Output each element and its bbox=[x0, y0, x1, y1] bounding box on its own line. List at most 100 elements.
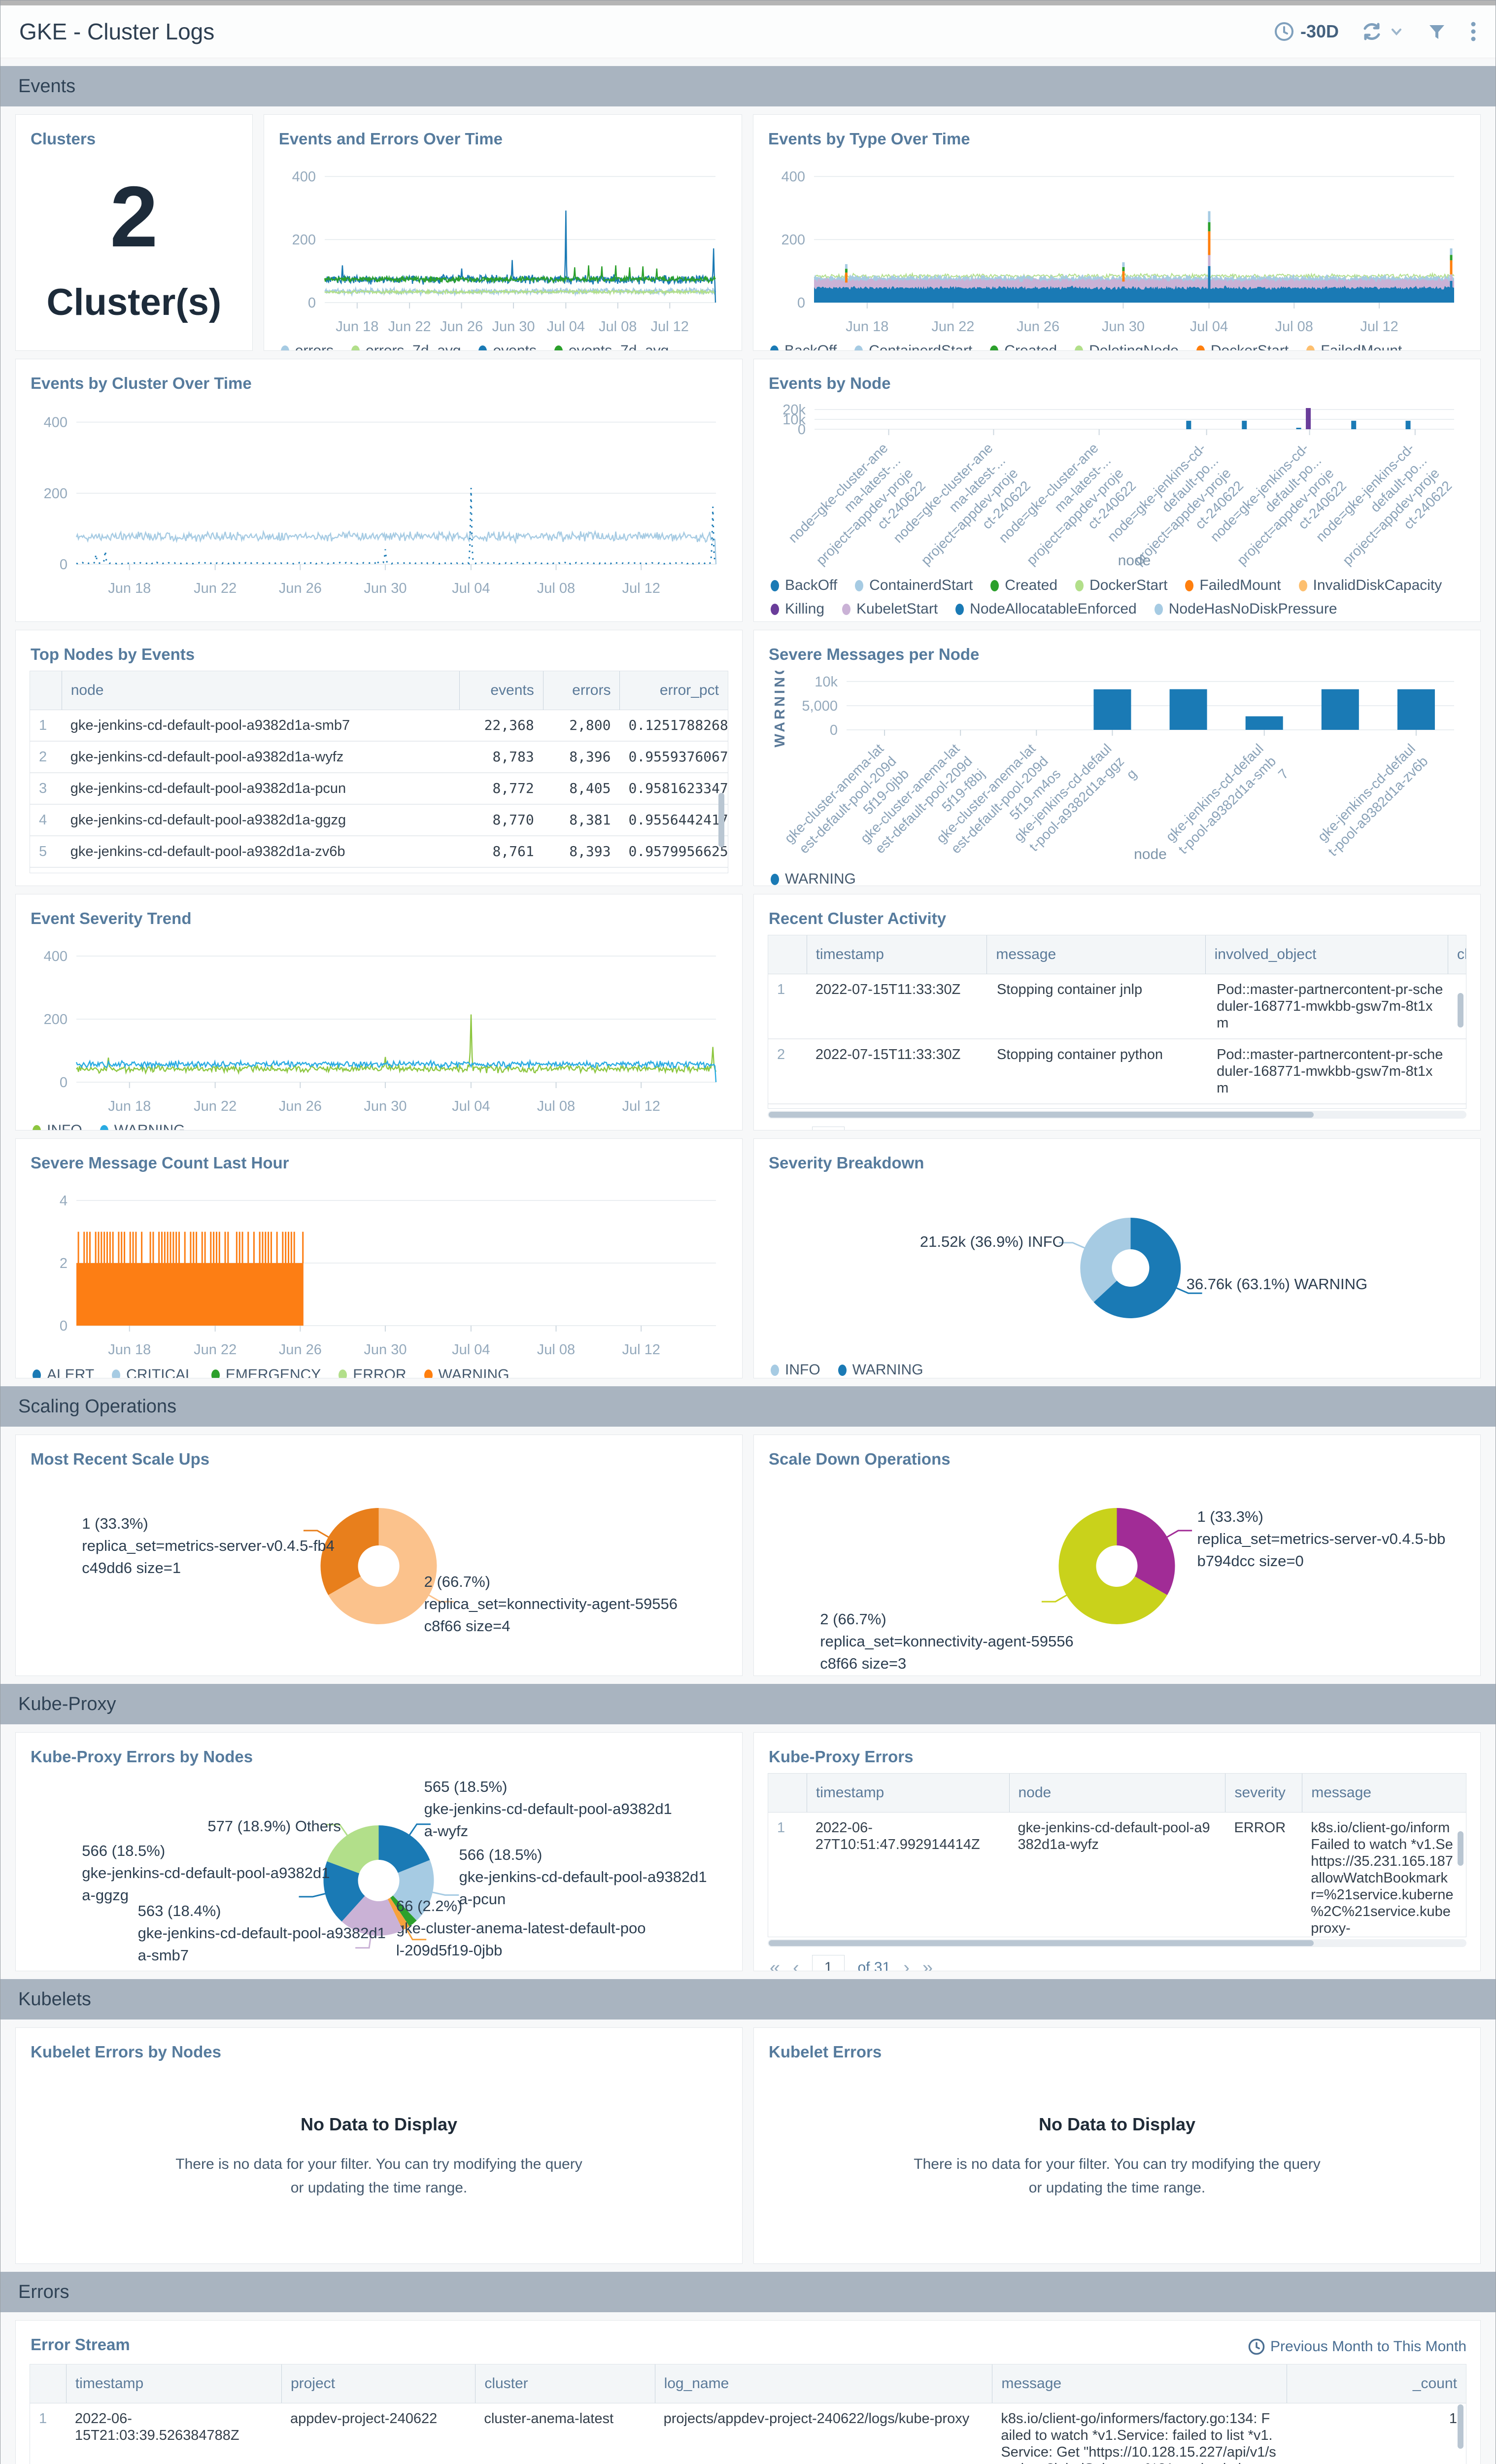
legend-item[interactable]: INFO bbox=[771, 1362, 820, 1378]
table-row[interactable]: 12022-07-15T11:33:30ZStopping container … bbox=[768, 974, 1466, 1039]
table-vertical-scrollbar[interactable] bbox=[718, 793, 724, 847]
column-header[interactable]: log_name bbox=[655, 2364, 992, 2403]
column-header[interactable] bbox=[30, 671, 62, 710]
legend-item[interactable]: Killing bbox=[771, 601, 824, 617]
table-row[interactable]: 12022-06-27T10:51:47.992914414Zgke-jenki… bbox=[768, 1813, 1466, 1937]
column-header[interactable]: _count bbox=[1287, 2364, 1466, 2403]
column-header[interactable]: project bbox=[281, 2364, 475, 2403]
legend-item[interactable]: FailedMount bbox=[1185, 577, 1281, 594]
pager-next-button[interactable]: › bbox=[903, 1957, 910, 1972]
legend-item[interactable]: BackOff bbox=[771, 577, 837, 594]
severity-breakdown-donut[interactable]: 36.76k (63.1%) WARNING21.52k (36.9%) INF… bbox=[768, 1179, 1466, 1357]
legend-item[interactable]: errors_7d_avg bbox=[351, 342, 461, 351]
table-row[interactable]: 6gke-cluster-anema-latest-default-pool-2… bbox=[30, 868, 728, 873]
events-by-cluster-chart[interactable]: 0200400Jun 18Jun 22Jun 26Jun 30Jul 04Jul… bbox=[30, 400, 728, 607]
events-by-type-chart[interactable]: 0200400Jun 18Jun 22Jun 26Jun 30Jul 04Jul… bbox=[767, 155, 1466, 338]
legend-item[interactable]: WARNING bbox=[424, 1367, 510, 1378]
pager-current-page[interactable]: 1 bbox=[812, 1955, 845, 1971]
column-header[interactable]: involved_object bbox=[1205, 935, 1448, 974]
column-header[interactable]: message bbox=[986, 935, 1205, 974]
scale-ups-donut[interactable]: 2 (66.7%)replica_set=konnectivity-agent-… bbox=[30, 1475, 728, 1673]
legend-item[interactable]: DockerStart bbox=[1196, 342, 1289, 351]
column-header[interactable]: timestamp bbox=[66, 2364, 281, 2403]
column-header[interactable]: timestamp bbox=[807, 1774, 1009, 1812]
legend-dot-icon bbox=[211, 1369, 220, 1379]
time-range-control[interactable]: -30D bbox=[1274, 21, 1339, 42]
legend-dot-icon bbox=[842, 604, 850, 615]
legend-item[interactable]: WARNING bbox=[771, 871, 856, 886]
pager-first-button[interactable]: « bbox=[770, 1957, 780, 1972]
pager-last-button[interactable]: » bbox=[922, 1957, 933, 1972]
column-header[interactable]: message bbox=[992, 2364, 1286, 2403]
table-row[interactable]: 12022-06-15T21:03:39.526384788Zappdev-pr… bbox=[30, 2403, 1466, 2464]
column-header[interactable] bbox=[30, 2364, 66, 2403]
legend-item[interactable]: InvalidDiskCapacity bbox=[1299, 577, 1442, 594]
kube-proxy-errors-donut[interactable]: 565 (18.5%)gke-jenkins-cd-default-pool-a… bbox=[30, 1773, 728, 1970]
pager-next-button[interactable]: › bbox=[912, 1129, 918, 1131]
column-header[interactable]: node bbox=[1009, 1774, 1225, 1812]
legend-item[interactable]: CRITICAL bbox=[112, 1367, 194, 1378]
legend-item[interactable]: BackOff bbox=[770, 342, 837, 351]
table-row[interactable]: 22022-07-15T11:33:30ZStopping container … bbox=[768, 1039, 1466, 1104]
column-header[interactable]: errors bbox=[543, 671, 620, 710]
legend-item[interactable]: ERROR bbox=[339, 1367, 406, 1378]
table-row[interactable]: 2gke-jenkins-cd-default-pool-a9382d1a-wy… bbox=[30, 742, 728, 773]
column-header[interactable]: error_pct bbox=[619, 671, 727, 710]
legend-item[interactable]: Created bbox=[990, 577, 1057, 594]
pager-prev-button[interactable]: ‹ bbox=[793, 1957, 799, 1972]
legend-item[interactable]: Created bbox=[990, 342, 1057, 351]
column-header[interactable]: node bbox=[62, 671, 459, 710]
column-header[interactable]: timestamp bbox=[807, 935, 987, 974]
column-header[interactable]: message bbox=[1302, 1774, 1466, 1812]
panel-title: Scale Down Operations bbox=[769, 1450, 1466, 1469]
scale-downs-donut[interactable]: 1 (33.3%)replica_set=metrics-server-v0.4… bbox=[768, 1475, 1466, 1673]
refresh-control[interactable] bbox=[1360, 20, 1404, 43]
table-vertical-scrollbar[interactable] bbox=[1458, 993, 1463, 1027]
legend-item[interactable]: ContainerdStart bbox=[855, 577, 973, 594]
kebab-menu-icon[interactable] bbox=[1470, 20, 1477, 43]
column-header[interactable] bbox=[768, 1774, 807, 1812]
event-severity-trend-chart[interactable]: 0200400Jun 18Jun 22Jun 26Jun 30Jul 04Jul… bbox=[30, 935, 728, 1117]
column-header[interactable]: cluster bbox=[475, 2364, 654, 2403]
legend-item[interactable]: events_7d_avg bbox=[554, 342, 669, 351]
legend-item[interactable]: EMERGENCY bbox=[211, 1367, 321, 1378]
severe-message-count-chart[interactable]: 024Jun 18Jun 22Jun 26Jun 30Jul 04Jul 08J… bbox=[30, 1179, 728, 1362]
legend-item[interactable]: errors bbox=[281, 342, 334, 351]
table-horizontal-scrollbar[interactable] bbox=[768, 1939, 1466, 1947]
legend-item[interactable]: ALERT bbox=[33, 1367, 94, 1378]
recent-activity-table: timestampmessageinvolved_objectcl12022-0… bbox=[768, 935, 1466, 1109]
column-header[interactable]: severity bbox=[1225, 1774, 1302, 1812]
table-row[interactable]: 1gke-jenkins-cd-default-pool-a9382d1a-sm… bbox=[30, 710, 728, 742]
time-range-link[interactable]: Previous Month to This Month bbox=[1248, 2338, 1466, 2356]
severe-messages-per-node-chart[interactable]: 05,00010kWARNINGgke-cluster-anema-latest… bbox=[768, 671, 1466, 866]
legend-item[interactable]: ContainerdStart bbox=[854, 342, 972, 351]
table-row[interactable]: 3gke-jenkins-cd-default-pool-a9382d1a-pc… bbox=[30, 773, 728, 805]
legend-item[interactable]: FailedMount bbox=[1306, 342, 1402, 351]
legend-item[interactable]: events bbox=[478, 342, 536, 351]
svg-text:Jul 12: Jul 12 bbox=[622, 1342, 660, 1358]
legend-item[interactable]: KubeletStart bbox=[842, 601, 938, 617]
table-horizontal-scrollbar[interactable] bbox=[768, 1111, 1466, 1119]
legend-item[interactable]: INFO bbox=[33, 1122, 82, 1130]
pager-first-button[interactable]: « bbox=[770, 1129, 780, 1131]
column-header[interactable]: cl bbox=[1448, 935, 1466, 974]
column-header[interactable]: events bbox=[459, 671, 543, 710]
events-errors-chart[interactable]: 0200400Jun 18Jun 22Jun 26Jun 30Jul 04Jul… bbox=[278, 155, 728, 338]
table-vertical-scrollbar[interactable] bbox=[1458, 1831, 1463, 1866]
legend-item[interactable]: DeletingNode bbox=[1075, 342, 1179, 351]
table-vertical-scrollbar[interactable] bbox=[1458, 2404, 1463, 2449]
pager-last-button[interactable]: » bbox=[931, 1129, 941, 1131]
table-row[interactable]: 32022-07-15T11:33:13ZBack-off restarting… bbox=[768, 1104, 1466, 1108]
filter-icon[interactable] bbox=[1426, 20, 1448, 43]
pager-current-page[interactable]: 1 bbox=[812, 1127, 845, 1130]
table-row[interactable]: 5gke-jenkins-cd-default-pool-a9382d1a-zv… bbox=[30, 836, 728, 868]
events-by-node-chart[interactable]: 010k20knode=gke-cluster-anema-latest-...… bbox=[768, 400, 1466, 572]
legend-item[interactable]: NodeAllocatableEnforced bbox=[955, 601, 1137, 617]
legend-item[interactable]: WARNING bbox=[100, 1122, 185, 1130]
legend-item[interactable]: NodeHasNoDiskPressure bbox=[1155, 601, 1337, 617]
legend-item[interactable]: WARNING bbox=[838, 1362, 923, 1378]
pager-prev-button[interactable]: ‹ bbox=[793, 1129, 799, 1131]
table-row[interactable]: 4gke-jenkins-cd-default-pool-a9382d1a-gg… bbox=[30, 805, 728, 836]
column-header[interactable] bbox=[768, 935, 807, 974]
legend-item[interactable]: DockerStart bbox=[1075, 577, 1167, 594]
